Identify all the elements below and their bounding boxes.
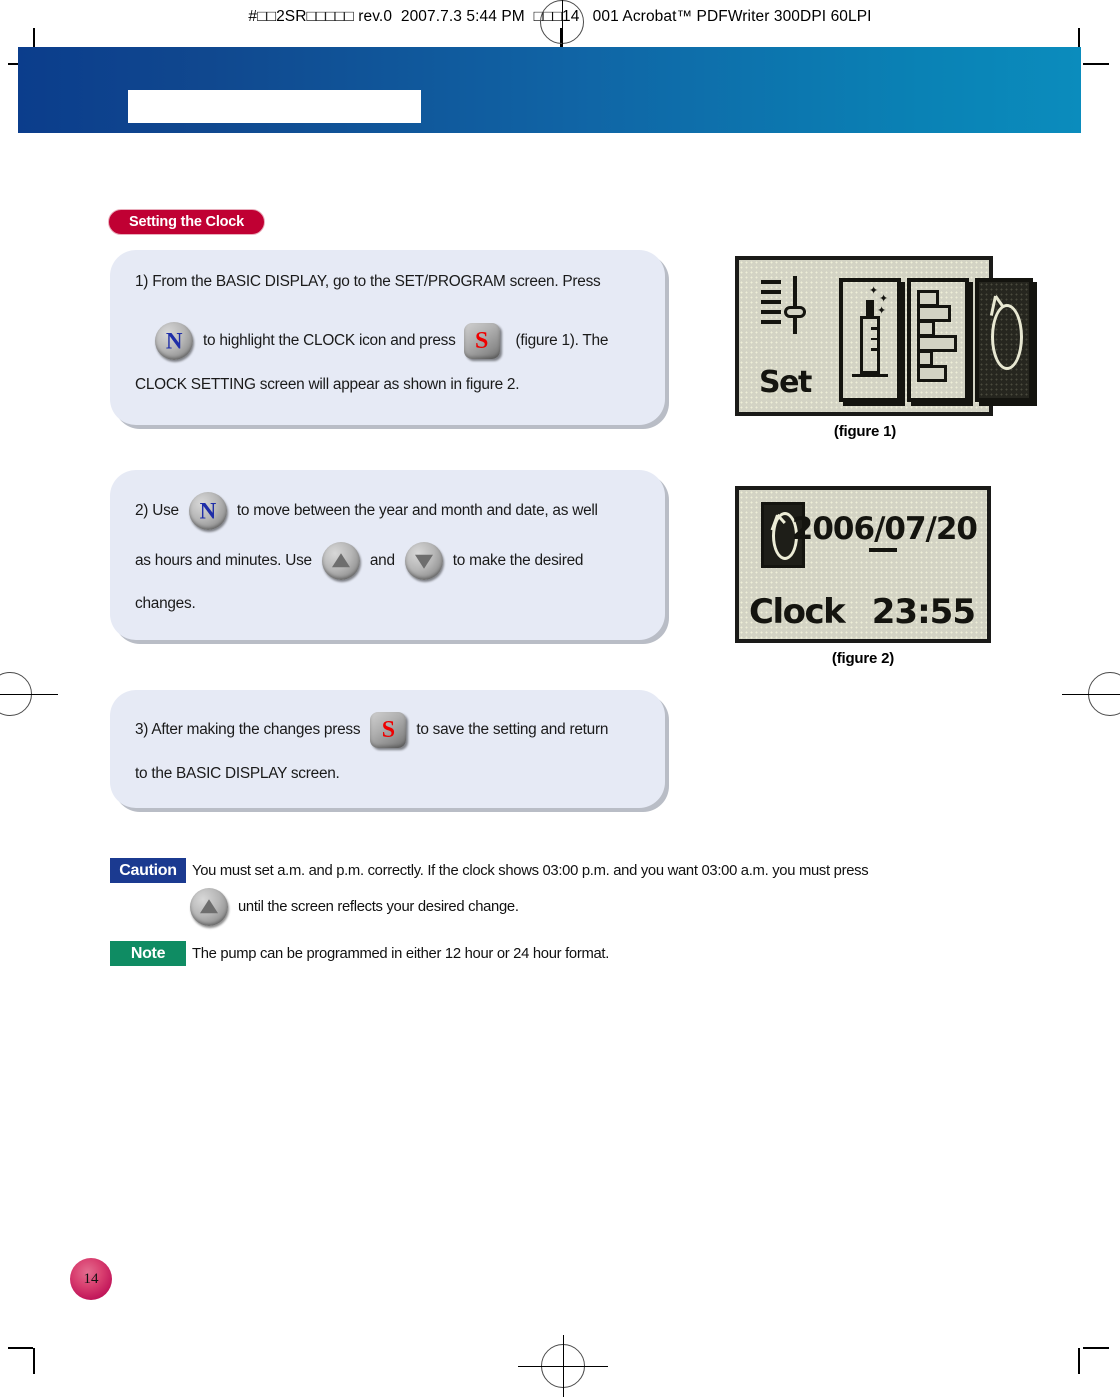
lcd-set-group: Set <box>757 276 829 400</box>
step-2-line-1: 2) Use to move between the year and mont… <box>135 492 598 530</box>
step-1-text-d: CLOCK SETTING screen will appear as show… <box>135 376 520 393</box>
button-up-arrow-icon[interactable] <box>321 542 360 580</box>
page-title: Setting the Clock <box>129 214 245 230</box>
lcd-date-value: 2006/07/20 <box>791 511 978 547</box>
lcd-syringe-tile: ✦ ✦ ✦ <box>839 278 901 402</box>
step-1-line-3: CLOCK SETTING screen will appear as show… <box>135 376 520 394</box>
lcd-set-label: Set <box>759 365 812 400</box>
note-label: Note <box>130 944 166 962</box>
step-3-line-2: to the BASIC DISPLAY screen. <box>135 765 340 783</box>
caution-line-2: until the screen reflects your desired c… <box>190 888 519 926</box>
caution-text-a: You must set a.m. and p.m. correctly. If… <box>192 862 869 879</box>
figure-1-wrapper: Set ✦ ✦ ✦ (figure 1) <box>735 256 1033 440</box>
step-2-text-f: changes. <box>135 595 196 612</box>
lcd-date-field-underline <box>869 548 897 552</box>
slider-knob-icon <box>784 306 806 318</box>
registration-mark-right <box>1062 672 1120 718</box>
button-up-arrow-icon[interactable] <box>190 888 228 926</box>
note-tag: Note <box>110 941 186 966</box>
clock-face-icon <box>991 304 1023 370</box>
bar-6 <box>917 365 947 382</box>
button-s-icon[interactable] <box>370 712 407 748</box>
registration-mark-bottom <box>518 1335 608 1397</box>
page-header-banner <box>18 47 1081 133</box>
step-2-text-e: to make the desired <box>452 552 584 569</box>
syringe-spark-icon: ✦ <box>879 293 889 305</box>
step-3-text-b: to save the setting and return <box>416 721 609 738</box>
step-1-text-b: to highlight the CLOCK icon and press <box>203 332 456 349</box>
step-2-text-d: and <box>369 552 395 569</box>
figure-1-lcd-screen: Set ✦ ✦ ✦ <box>735 256 1033 416</box>
section-title-pill: Setting the Clock <box>108 209 266 235</box>
button-down-arrow-icon[interactable] <box>404 542 443 580</box>
crop-mark-bottom-left-vertical <box>33 1348 35 1374</box>
caution-tag: Caution <box>110 858 186 883</box>
step-2-text-c: as hours and minutes. Use <box>135 552 312 569</box>
syringe-spark-icon: ✦ <box>869 285 879 297</box>
step-2-text-b: to move between the year and month and d… <box>236 502 598 519</box>
step-3-line-1: 3) After making the changes press to sav… <box>135 712 608 748</box>
step-1-text-a: 1) From the BASIC DISPLAY, go to the SET… <box>135 273 601 290</box>
caution-text-b: until the screen reflects your desired c… <box>238 899 519 915</box>
step-1-line-2: to highlight the CLOCK icon and press (f… <box>155 322 608 360</box>
lcd-clock-tile-highlighted <box>975 278 1033 402</box>
lcd-clock-label: Clock <box>749 592 846 632</box>
step-2-line-2: as hours and minutes. Use and to make th… <box>135 542 583 580</box>
crop-mark-bottom-right-horizontal <box>1083 1347 1109 1349</box>
button-n-icon[interactable] <box>155 322 193 360</box>
figure-1-caption: (figure 1) <box>833 423 897 440</box>
step-1-text-c: (figure 1). The <box>515 332 609 349</box>
slider-scale-icon <box>761 280 781 330</box>
instruction-box-step-3: 3) After making the changes press to sav… <box>110 690 665 808</box>
step-1-line-1: 1) From the BASIC DISPLAY, go to the SET… <box>135 273 601 291</box>
button-s-icon[interactable] <box>463 323 500 359</box>
step-3-text-a: 3) After making the changes press <box>135 721 361 738</box>
instruction-box-step-2: 2) Use to move between the year and mont… <box>110 470 665 640</box>
step-2-text-a: 2) Use <box>135 502 179 519</box>
page-number: 14 <box>83 1270 99 1287</box>
note-line-1: The pump can be programmed in either 12 … <box>192 941 609 966</box>
lcd-program-tile <box>907 278 969 402</box>
step-2-line-3: changes. <box>135 595 196 613</box>
page-number-badge: 14 <box>70 1258 112 1300</box>
figure-2-caption: (figure 2) <box>831 650 895 667</box>
syringe-body-icon <box>860 316 880 374</box>
slider-stem-icon <box>793 276 797 334</box>
button-n-icon[interactable] <box>188 492 227 530</box>
instruction-box-step-1: 1) From the BASIC DISPLAY, go to the SET… <box>110 250 665 425</box>
note-text: The pump can be programmed in either 12 … <box>192 945 610 962</box>
lcd-time-value: 23:55 <box>871 592 976 632</box>
caution-line-1: You must set a.m. and p.m. correctly. If… <box>192 858 869 883</box>
figure-2-wrapper: 2006/07/20 Clock 23:55 (figure 2) <box>735 486 991 667</box>
step-3-text-c: to the BASIC DISPLAY screen. <box>135 765 340 782</box>
crop-mark-bottom-left-horizontal <box>8 1347 33 1349</box>
registration-mark-left <box>0 672 58 718</box>
registration-mark-header <box>540 0 584 47</box>
crop-mark-top-right-horizontal <box>1083 63 1109 65</box>
banner-title-placeholder <box>128 90 421 123</box>
syringe-base-icon <box>852 374 888 377</box>
figure-2-lcd-screen: 2006/07/20 Clock 23:55 <box>735 486 991 643</box>
caution-label: Caution <box>119 861 177 879</box>
crop-mark-bottom-right-vertical <box>1078 1348 1080 1374</box>
